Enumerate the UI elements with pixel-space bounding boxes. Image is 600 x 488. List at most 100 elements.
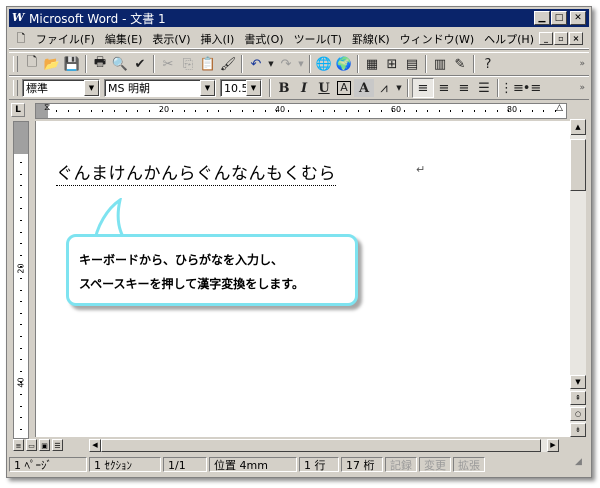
next-page-icon[interactable]: ⇟ <box>570 423 586 437</box>
ruler-tick <box>450 110 452 112</box>
tab-selector[interactable]: L <box>11 103 25 117</box>
new-document-icon[interactable]: 🗋 <box>22 55 42 73</box>
undo-icon[interactable]: ↶ <box>246 55 266 73</box>
status-rec[interactable]: 記録 <box>385 456 417 472</box>
underline-button[interactable]: U <box>314 79 334 97</box>
redo-icon[interactable]: ↷ <box>276 55 296 73</box>
vertical-scroll-thumb[interactable] <box>570 139 586 191</box>
horizontal-ruler-row: L ⧖ 20 40 60 80 △ <box>9 101 589 119</box>
toolbar-grip[interactable] <box>13 56 18 72</box>
phonetic-guide-icon[interactable]: ⩘ <box>374 79 394 97</box>
vruler-tick <box>20 347 22 349</box>
vruler-tick <box>20 428 22 430</box>
redo-dropdown-icon[interactable]: ▼ <box>296 55 306 73</box>
normal-view-icon[interactable]: ≡ <box>13 439 24 451</box>
web-toolbar-icon[interactable]: 🌍 <box>334 55 354 73</box>
save-icon[interactable]: 💾 <box>62 55 82 73</box>
align-right-icon[interactable]: ≡ <box>454 79 474 97</box>
scroll-down-arrow-icon[interactable]: ▼ <box>570 375 586 389</box>
align-center-icon[interactable]: ≡ <box>434 79 454 97</box>
word-app-icon[interactable]: W <box>12 11 26 25</box>
maximize-button[interactable]: □ <box>551 11 567 25</box>
format-painter-icon[interactable]: 🖌 <box>218 55 238 73</box>
web-layout-view-icon[interactable]: ▭ <box>26 439 37 451</box>
menu-help[interactable]: ヘルプ(H) <box>479 31 539 47</box>
char-shading-button[interactable]: A <box>354 79 374 97</box>
font-combo[interactable]: MS 明朝 ▼ <box>104 79 216 97</box>
ruler-tick <box>427 110 429 112</box>
document-area[interactable]: ぐんまけんかんらぐんなんもくむら ↵ キーボードから、ひらがなを入力し、 スペー… <box>35 121 571 437</box>
horizontal-scrollbar[interactable]: ◀ ▶ <box>89 439 559 452</box>
ruler-tick <box>346 110 347 112</box>
open-folder-icon[interactable]: 📂 <box>42 55 62 73</box>
horizontal-scroll-thumb[interactable] <box>101 439 541 452</box>
drawing-icon[interactable]: ✎ <box>450 55 470 73</box>
document-icon[interactable]: 🗋 <box>15 32 27 46</box>
previous-page-icon[interactable]: ⇞ <box>570 391 586 405</box>
browse-object-icon[interactable]: ○ <box>570 407 586 421</box>
tables-borders-icon[interactable]: ▦ <box>362 55 382 73</box>
minimize-button[interactable]: ▁ <box>534 11 550 25</box>
formatting-toolbar: 標準 ▼ MS 明朝 ▼ 10.5 ▼ B I U A A ⩘ ▼ ≡ ≡ ≡ … <box>9 76 589 100</box>
insert-hyperlink-icon[interactable]: 🌐 <box>314 55 334 73</box>
chevron-down-icon[interactable]: ▼ <box>394 79 404 97</box>
paste-icon[interactable]: 📋 <box>198 55 218 73</box>
scroll-up-arrow-icon[interactable]: ▲ <box>570 119 586 135</box>
toolbar-more-icon[interactable]: » <box>579 59 585 69</box>
help-icon[interactable]: ? <box>478 55 498 73</box>
menu-window[interactable]: ウィンドウ(W) <box>395 31 479 47</box>
resize-grip-icon[interactable]: ◢ <box>575 457 589 471</box>
spelling-icon[interactable]: ✔ <box>130 55 150 73</box>
menu-insert[interactable]: 挿入(I) <box>195 31 239 47</box>
doc-restore-button[interactable]: ▫ <box>554 32 568 45</box>
ruler-tick <box>438 110 440 112</box>
menu-tools[interactable]: ツール(T) <box>289 31 347 47</box>
vertical-ruler[interactable]: 20 40 <box>13 121 29 439</box>
chevron-down-icon[interactable]: ▼ <box>246 80 261 96</box>
status-trk[interactable]: 変更 <box>419 456 451 472</box>
chevron-down-icon[interactable]: ▼ <box>200 80 215 96</box>
toolbar-more-icon[interactable]: » <box>579 83 585 93</box>
doc-minimize-button[interactable]: _ <box>539 32 553 45</box>
menu-edit[interactable]: 編集(E) <box>100 31 148 47</box>
outline-view-icon[interactable]: ☰ <box>52 439 63 451</box>
numbering-icon[interactable]: ⋮≡ <box>500 79 524 97</box>
bullets-icon[interactable]: •≡ <box>522 79 542 97</box>
align-justify-icon[interactable]: ≡ <box>412 78 434 98</box>
insert-excel-icon[interactable]: ▤ <box>402 55 422 73</box>
close-button[interactable]: ✕ <box>570 11 586 25</box>
toolbar-grip[interactable] <box>13 80 18 96</box>
font-size-combo[interactable]: 10.5 ▼ <box>220 79 262 97</box>
title-bar[interactable]: W Microsoft Word - 文書 1 ▁ □ ✕ <box>9 9 589 27</box>
vruler-tick <box>20 196 22 198</box>
insert-table-icon[interactable]: ⊞ <box>382 55 402 73</box>
undo-dropdown-icon[interactable]: ▼ <box>266 55 276 73</box>
status-ext[interactable]: 拡張 <box>453 456 485 472</box>
menu-view[interactable]: 表示(V) <box>147 31 195 47</box>
print-layout-view-icon[interactable]: ▣ <box>39 439 50 451</box>
doc-close-button[interactable]: × <box>569 32 583 45</box>
ruler-tick <box>415 110 417 112</box>
menu-file[interactable]: ファイル(F) <box>31 31 100 47</box>
horizontal-ruler[interactable]: ⧖ 20 40 60 80 △ <box>35 103 567 119</box>
char-border-button[interactable]: A <box>334 79 354 97</box>
indent-marker-icon[interactable]: ⧖ <box>44 103 50 113</box>
style-combo[interactable]: 標準 ▼ <box>22 79 100 97</box>
print-icon[interactable]: 🖶 <box>90 55 110 73</box>
document-text[interactable]: ぐんまけんかんらぐんなんもくむら <box>56 159 336 186</box>
scroll-left-arrow-icon[interactable]: ◀ <box>89 439 101 452</box>
right-indent-marker-icon[interactable]: △ <box>556 103 563 113</box>
italic-button[interactable]: I <box>294 79 314 97</box>
chevron-down-icon[interactable]: ▼ <box>84 80 99 96</box>
cut-icon[interactable]: ✂ <box>158 55 178 73</box>
copy-icon[interactable]: ⎘ <box>178 55 198 73</box>
scroll-right-arrow-icon[interactable]: ▶ <box>547 439 559 452</box>
menu-format[interactable]: 書式(O) <box>239 31 288 47</box>
ruler-tick <box>102 110 104 112</box>
print-preview-icon[interactable]: 🔍 <box>110 55 130 73</box>
columns-icon[interactable]: ▥ <box>430 55 450 73</box>
distribute-icon[interactable]: ☰ <box>474 79 494 97</box>
vertical-scrollbar[interactable]: ▼ ⇞ ○ ⇟ <box>570 135 586 437</box>
bold-button[interactable]: B <box>274 79 294 97</box>
menu-table[interactable]: 罫線(K) <box>347 31 395 47</box>
